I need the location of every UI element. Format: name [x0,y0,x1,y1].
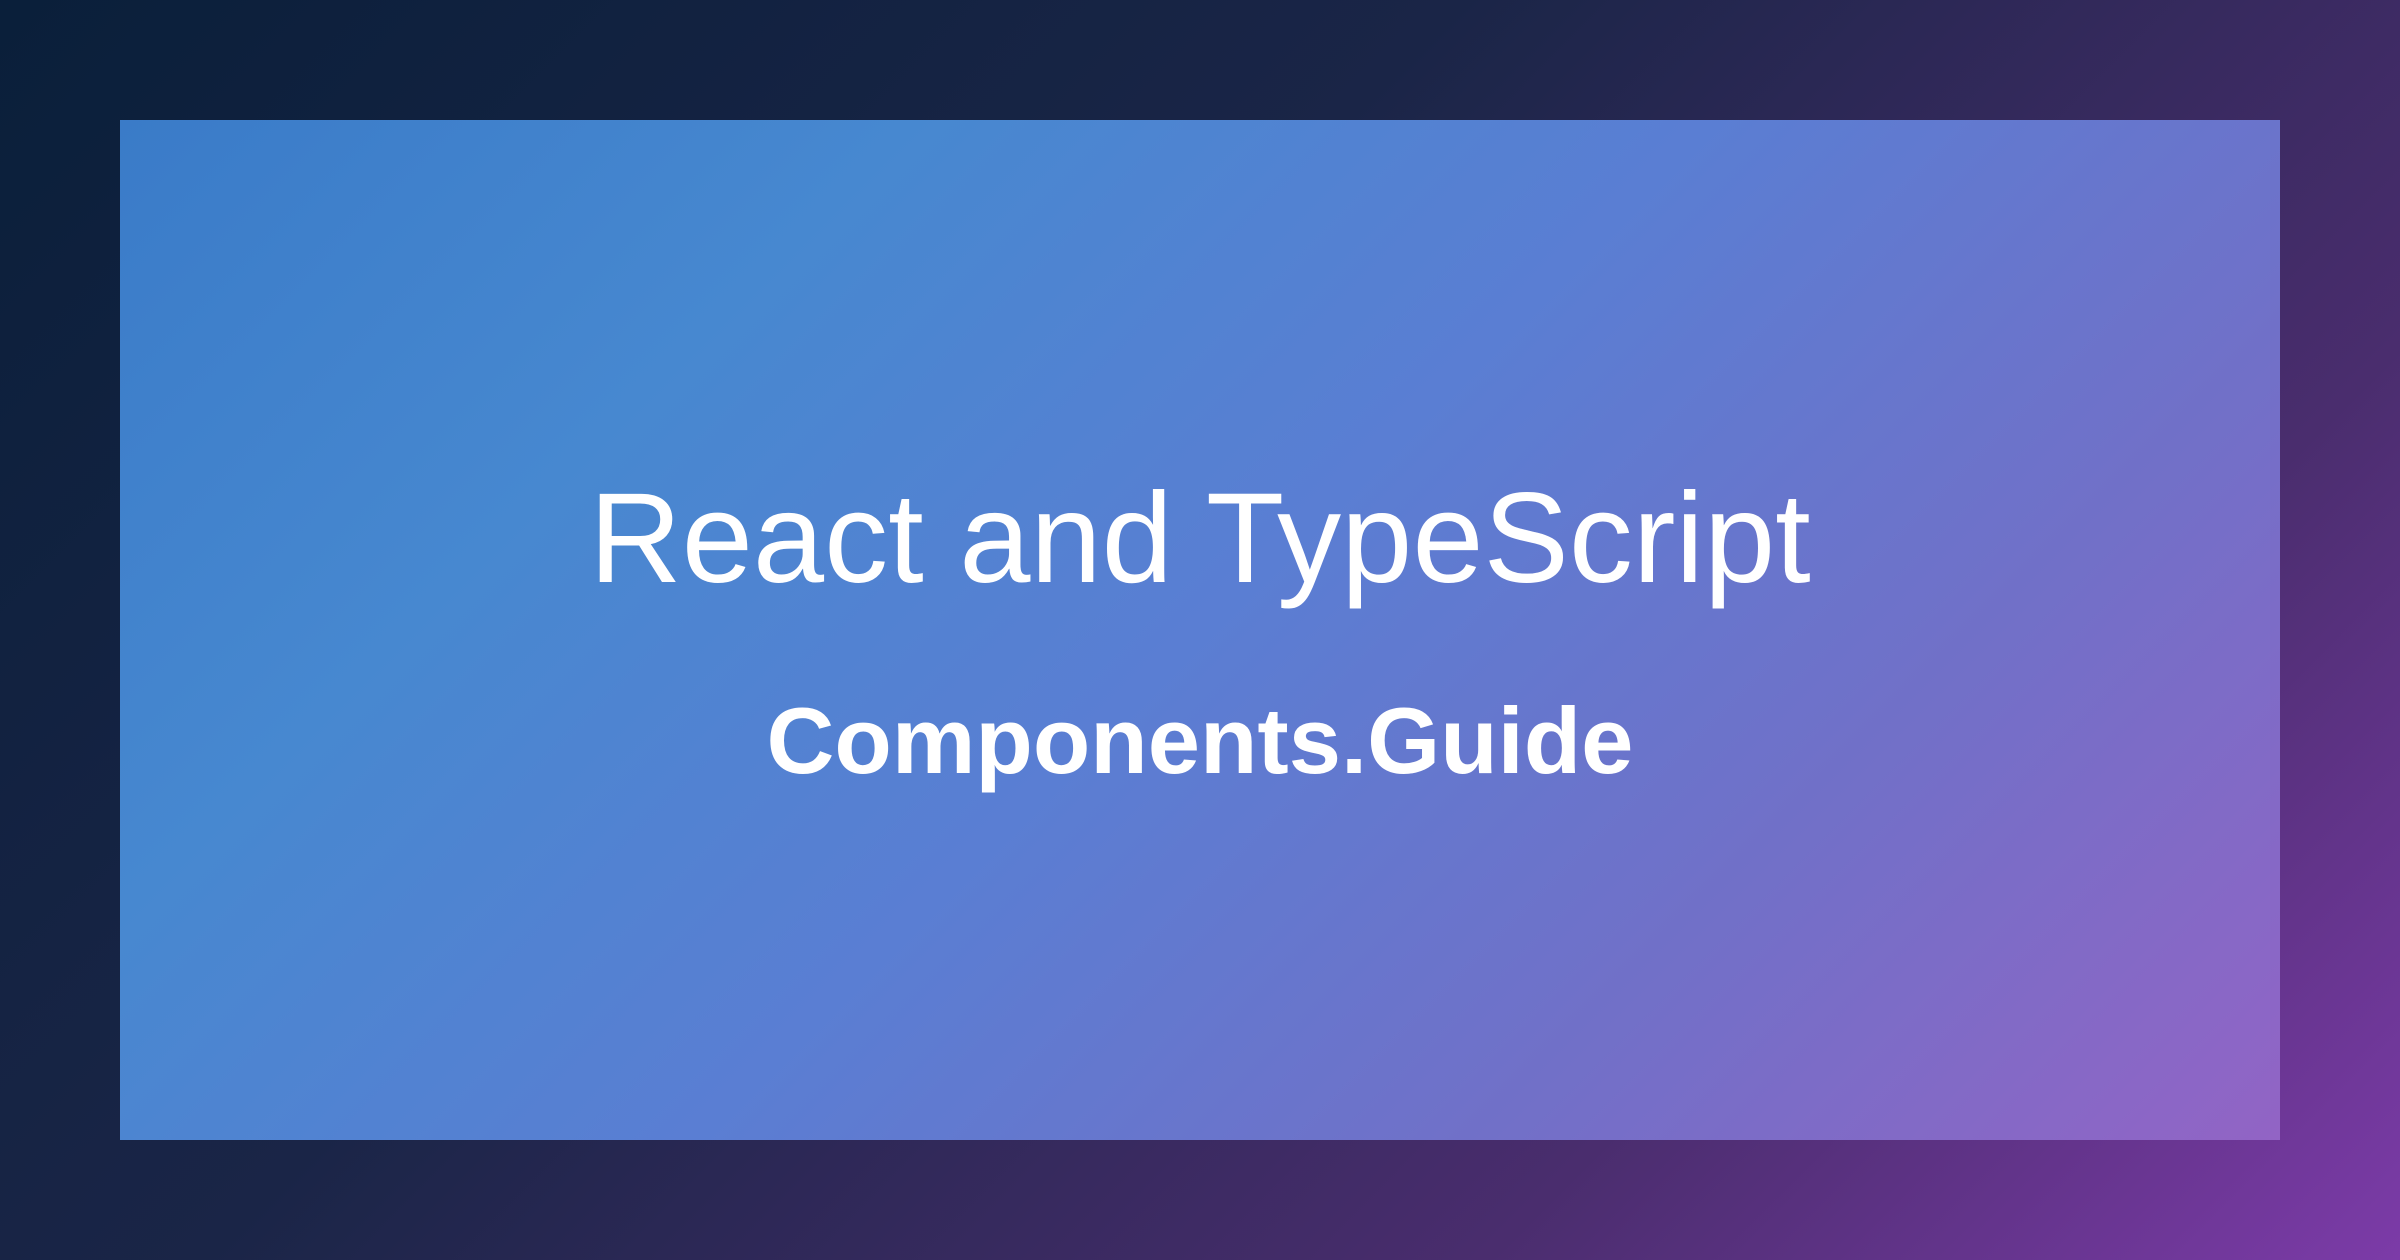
page-subtitle: Components.Guide [767,685,1634,798]
main-panel: React and TypeScript Components.Guide [120,120,2280,1140]
page-title: React and TypeScript [589,462,1810,616]
